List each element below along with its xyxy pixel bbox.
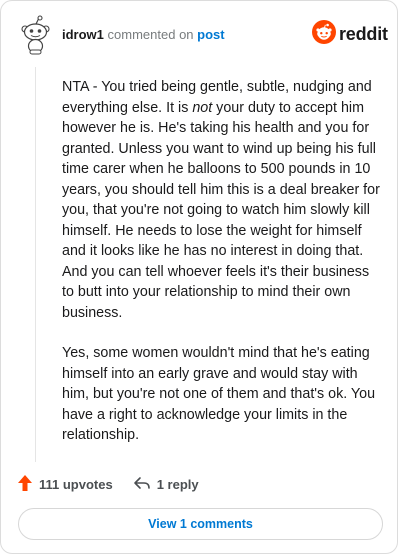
upvote-arrow-icon <box>17 474 39 495</box>
snoo-avatar-icon[interactable] <box>19 15 51 55</box>
commented-on-text: commented on <box>107 27 194 42</box>
comment-footer: 111 upvotes 1 reply <box>17 473 219 495</box>
paragraph-1-text-end: your duty to accept him however he is. H… <box>62 99 380 321</box>
reply-count: 1 reply <box>156 476 199 492</box>
reddit-brand[interactable]: reddit <box>312 19 388 49</box>
reply-arrow-icon <box>133 476 157 493</box>
post-link[interactable]: post <box>197 27 224 42</box>
username-link[interactable]: idrow1 <box>62 27 104 42</box>
comment-paragraph-2: Yes, some women wouldn't mind that he's … <box>62 345 376 443</box>
comment-card: idrow1 commented on post reddit NTA - Yo… <box>0 0 398 554</box>
upvote-button[interactable]: 111 upvotes <box>17 474 113 495</box>
comment-header: idrow1 commented on post reddit <box>1 1 397 67</box>
comment-body: NTA - You tried being gentle, subtle, nu… <box>62 77 382 466</box>
reply-button[interactable]: 1 reply <box>133 476 199 493</box>
reddit-logo-icon <box>312 19 336 49</box>
emphasis-not: not <box>192 99 213 116</box>
thread-line[interactable] <box>35 67 36 462</box>
comment-meta: idrow1 commented on post <box>62 27 225 43</box>
view-comments-button[interactable]: View 1 comments <box>18 508 383 540</box>
upvote-count: 111 upvotes <box>39 476 113 492</box>
reddit-wordmark: reddit <box>339 23 388 44</box>
comment-paragraph-1: NTA - You tried being gentle, subtle, nu… <box>62 77 382 323</box>
